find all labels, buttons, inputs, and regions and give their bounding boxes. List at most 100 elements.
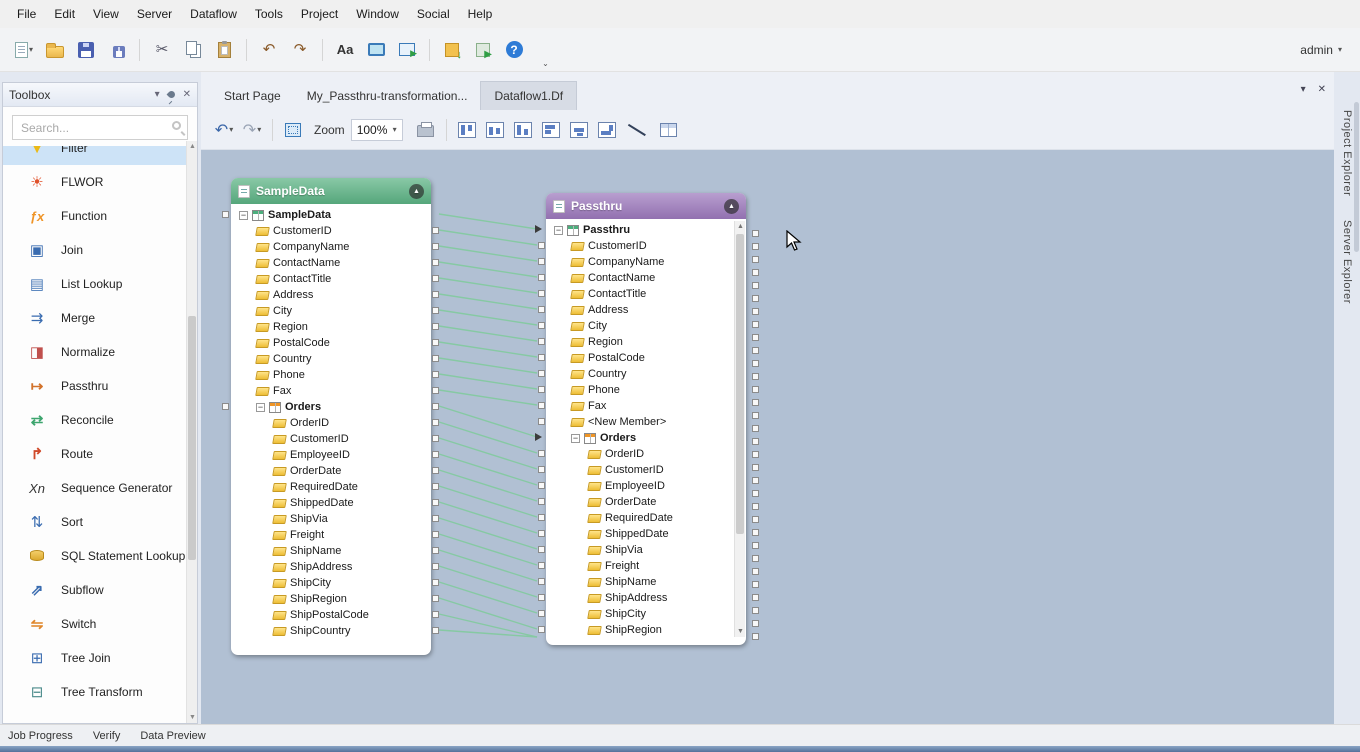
output-port[interactable] bbox=[432, 307, 439, 314]
tree-row[interactable]: Fax bbox=[231, 383, 431, 399]
fit-view-button[interactable] bbox=[280, 117, 306, 143]
tab-job-progress[interactable]: Job Progress bbox=[8, 730, 73, 742]
output-port[interactable] bbox=[432, 403, 439, 410]
output-port[interactable] bbox=[432, 371, 439, 378]
output-port[interactable] bbox=[432, 611, 439, 618]
tree-row[interactable]: CustomerID bbox=[231, 223, 431, 239]
output-port[interactable] bbox=[752, 321, 759, 328]
toolbox-item-normalize[interactable]: ◨Normalize bbox=[3, 335, 197, 369]
toolbox-scrollbar[interactable]: ▲ ▼ bbox=[186, 141, 197, 723]
toolbox-item-merge[interactable]: ⇉Merge bbox=[3, 301, 197, 335]
input-port[interactable] bbox=[538, 450, 545, 457]
preview-button[interactable] bbox=[362, 36, 390, 64]
copy-button[interactable] bbox=[179, 36, 207, 64]
input-port[interactable] bbox=[538, 306, 545, 313]
toolbox-item-sql-statement-lookup[interactable]: SQL Statement Lookup bbox=[3, 539, 197, 573]
source-node-header[interactable]: SampleData ▲ bbox=[231, 178, 431, 204]
output-port[interactable] bbox=[432, 419, 439, 426]
distribute-horizontal-button[interactable] bbox=[566, 117, 592, 143]
toolbox-item-sort[interactable]: ⇅Sort bbox=[3, 505, 197, 539]
output-port[interactable] bbox=[432, 499, 439, 506]
output-port[interactable] bbox=[752, 555, 759, 562]
target-node-passthru[interactable]: Passthru ▲ −PassthruCustomerIDCompanyNam… bbox=[546, 193, 746, 645]
output-port[interactable] bbox=[752, 516, 759, 523]
toolbox-item-passthru[interactable]: ↦Passthru bbox=[3, 369, 197, 403]
run-button[interactable] bbox=[393, 36, 421, 64]
toolbox-item-reconcile[interactable]: ⇄Reconcile bbox=[3, 403, 197, 437]
align-center-button[interactable] bbox=[482, 117, 508, 143]
output-port[interactable] bbox=[752, 581, 759, 588]
output-port[interactable] bbox=[752, 308, 759, 315]
collapse-toggle-icon[interactable]: − bbox=[554, 226, 563, 235]
output-port[interactable] bbox=[432, 275, 439, 282]
tree-row[interactable]: ShipRegion bbox=[231, 591, 431, 607]
input-port[interactable] bbox=[538, 546, 545, 553]
tree-row[interactable]: ShipCity bbox=[231, 575, 431, 591]
menu-social[interactable]: Social bbox=[408, 2, 459, 26]
input-port[interactable] bbox=[538, 498, 545, 505]
tree-row[interactable]: ShipPostalCode bbox=[231, 607, 431, 623]
save-button[interactable] bbox=[72, 36, 100, 64]
output-port[interactable] bbox=[752, 542, 759, 549]
tab-start-page[interactable]: Start Page bbox=[211, 81, 294, 110]
input-port[interactable] bbox=[538, 354, 545, 361]
tree-row[interactable]: ShippedDate bbox=[546, 526, 746, 542]
output-port[interactable] bbox=[432, 435, 439, 442]
tree-row[interactable]: Freight bbox=[546, 558, 746, 574]
tree-row[interactable]: Phone bbox=[546, 382, 746, 398]
output-port[interactable] bbox=[432, 227, 439, 234]
tree-row[interactable]: ShipVia bbox=[231, 511, 431, 527]
input-port[interactable] bbox=[538, 418, 545, 425]
output-port[interactable] bbox=[752, 490, 759, 497]
print-button[interactable] bbox=[413, 117, 439, 143]
toolbox-item-flwor[interactable]: ☀FLWOR bbox=[3, 165, 197, 199]
output-port[interactable] bbox=[432, 531, 439, 538]
output-port[interactable] bbox=[752, 269, 759, 276]
zoom-select[interactable]: 100%▾ bbox=[351, 119, 403, 141]
output-port[interactable] bbox=[752, 360, 759, 367]
tree-row[interactable]: Country bbox=[231, 351, 431, 367]
output-port[interactable] bbox=[752, 620, 759, 627]
output-port[interactable] bbox=[752, 373, 759, 380]
output-port[interactable] bbox=[752, 438, 759, 445]
tab-project-explorer[interactable]: Project Explorer bbox=[1341, 98, 1353, 208]
output-port[interactable] bbox=[752, 243, 759, 250]
input-port[interactable] bbox=[538, 402, 545, 409]
output-port[interactable] bbox=[752, 425, 759, 432]
tree-row[interactable]: OrderDate bbox=[546, 494, 746, 510]
close-document-icon[interactable]: ✕ bbox=[1318, 84, 1326, 95]
input-port[interactable] bbox=[538, 562, 545, 569]
output-port[interactable] bbox=[752, 256, 759, 263]
output-port[interactable] bbox=[752, 477, 759, 484]
toolbar-overflow-button[interactable]: ⌄ bbox=[531, 55, 559, 71]
output-port[interactable] bbox=[752, 334, 759, 341]
output-port[interactable] bbox=[432, 547, 439, 554]
tree-row[interactable]: CustomerID bbox=[546, 462, 746, 478]
input-port[interactable] bbox=[538, 466, 545, 473]
cut-button[interactable]: ✂ bbox=[148, 36, 176, 64]
import-button[interactable] bbox=[438, 36, 466, 64]
output-port[interactable] bbox=[752, 529, 759, 536]
output-port[interactable] bbox=[432, 243, 439, 250]
tree-row[interactable]: Region bbox=[231, 319, 431, 335]
output-port[interactable] bbox=[432, 483, 439, 490]
undo-button[interactable]: ↶ bbox=[255, 36, 283, 64]
menu-edit[interactable]: Edit bbox=[45, 2, 84, 26]
output-port[interactable] bbox=[752, 282, 759, 289]
menu-tools[interactable]: Tools bbox=[246, 2, 292, 26]
right-scrollbar-thumb[interactable] bbox=[1354, 102, 1359, 252]
input-port[interactable] bbox=[538, 242, 545, 249]
tab-dataflow1[interactable]: Dataflow1.Df bbox=[480, 81, 577, 110]
tree-row[interactable]: ContactName bbox=[546, 270, 746, 286]
output-port[interactable] bbox=[752, 386, 759, 393]
toolbox-item-join[interactable]: ▣Join bbox=[3, 233, 197, 267]
scroll-down-icon[interactable]: ▼ bbox=[189, 714, 196, 721]
tree-row[interactable]: Region bbox=[546, 334, 746, 350]
menu-file[interactable]: File bbox=[8, 2, 45, 26]
scroll-up-icon[interactable]: ▲ bbox=[189, 143, 196, 150]
toolbox-item-function[interactable]: ƒxFunction bbox=[3, 199, 197, 233]
output-port[interactable] bbox=[752, 633, 759, 640]
toolbox-item-filter[interactable]: ▼Filter bbox=[3, 146, 197, 165]
undo-button[interactable]: ↶▾ bbox=[211, 117, 237, 143]
tree-row[interactable]: Phone bbox=[231, 367, 431, 383]
